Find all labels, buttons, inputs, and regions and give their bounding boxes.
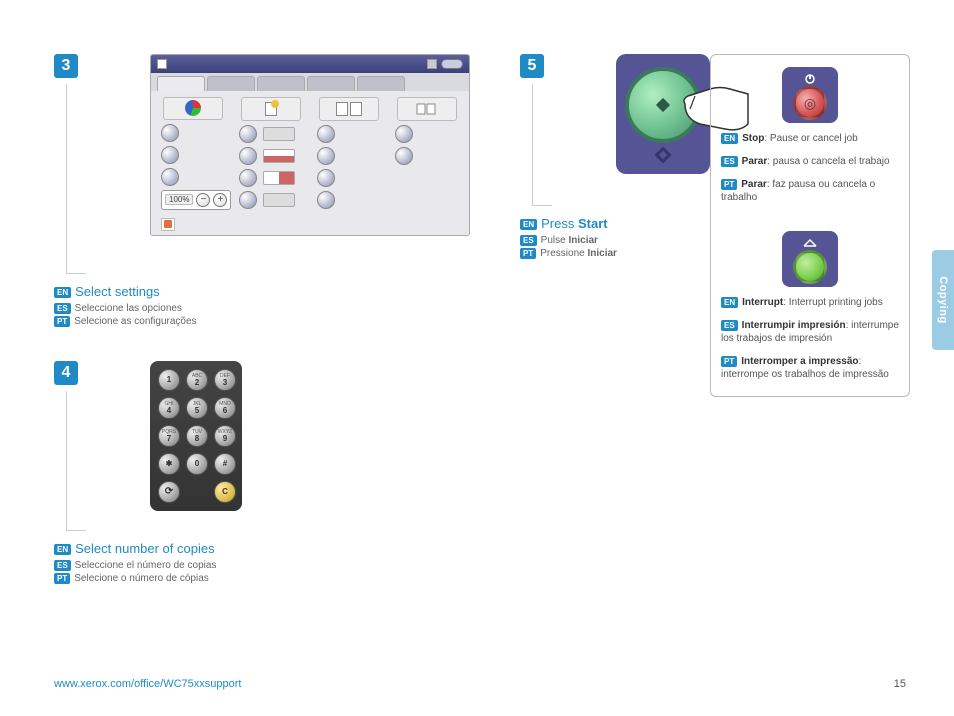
key-5[interactable]: JKL5 xyxy=(186,397,208,419)
status-pill xyxy=(441,59,463,69)
radio-button[interactable] xyxy=(317,147,335,165)
key-3[interactable]: DEF3 xyxy=(214,369,236,391)
zoom-control[interactable]: 100% − + xyxy=(161,190,231,210)
radio-button[interactable] xyxy=(239,147,257,165)
step-title-es: ESSeleccione las opciones xyxy=(54,303,484,314)
radio-button[interactable] xyxy=(317,169,335,187)
interrupt-desc-pt: PTInterromper a impressão: interrompe os… xyxy=(721,355,899,381)
option-header xyxy=(241,97,301,121)
screen-tabs xyxy=(151,73,469,91)
stop-button-panel: ◎ xyxy=(782,67,838,123)
start-button-panel xyxy=(616,54,710,174)
radio-button[interactable] xyxy=(395,147,413,165)
option-header xyxy=(163,97,223,120)
zoom-in-button[interactable]: + xyxy=(213,193,227,207)
radio-button[interactable] xyxy=(239,191,257,209)
page-number: 15 xyxy=(894,678,906,690)
info-box: ◎ ENStop: Pause or cancel job ESParar: p… xyxy=(710,54,910,397)
stop-desc-en: ENStop: Pause or cancel job xyxy=(721,132,899,145)
tab[interactable] xyxy=(157,76,205,91)
step-number: 5 xyxy=(520,54,544,78)
radio-button[interactable] xyxy=(161,146,179,164)
key-redial[interactable]: ⟳ xyxy=(158,481,180,503)
step-5: 5 ENPress Start ESPulse Iniciar PTPressi… xyxy=(520,54,710,259)
option-icon xyxy=(263,149,295,163)
radio-button[interactable] xyxy=(239,125,257,143)
key-7[interactable]: PQRS7 xyxy=(158,425,180,447)
option-header xyxy=(319,97,379,121)
key-8[interactable]: TUV8 xyxy=(186,425,208,447)
key-1[interactable]: 1 xyxy=(158,369,180,391)
stop-desc-pt: PTParar: faz pausa ou cancela o trabalho xyxy=(721,178,899,204)
zoom-out-button[interactable]: − xyxy=(196,193,210,207)
side-tab: Copying xyxy=(932,250,954,350)
key-hash[interactable]: # xyxy=(214,453,236,475)
stop-button[interactable]: ◎ xyxy=(793,86,827,120)
interrupt-button[interactable] xyxy=(793,250,827,284)
key-9[interactable]: WXYZ9 xyxy=(214,425,236,447)
step-number: 4 xyxy=(54,361,78,385)
interrupt-icon-top xyxy=(802,238,818,248)
step-title-es: ESPulse Iniciar xyxy=(520,235,710,246)
key-4[interactable]: GHI4 xyxy=(158,397,180,419)
tab[interactable] xyxy=(207,76,255,91)
preview-icon xyxy=(161,218,175,231)
color-icon xyxy=(185,100,201,116)
step-4: 4 1 ABC2 DEF3 GHI4 JKL5 MNO6 PQRS7 TUV8 … xyxy=(54,361,484,584)
step-title-pt: PTSelecione o número de cópias xyxy=(54,573,484,584)
user-icon xyxy=(427,59,437,69)
step-number: 3 xyxy=(54,54,78,78)
interrupt-desc-en: ENInterrupt: Interrupt printing jobs xyxy=(721,296,899,309)
key-clear[interactable]: C xyxy=(214,481,236,503)
step-title-pt: PTPressione Iniciar xyxy=(520,248,710,259)
option-header xyxy=(397,97,457,121)
option-icon xyxy=(263,171,295,185)
option-icon xyxy=(263,127,295,141)
tab[interactable] xyxy=(257,76,305,91)
radio-button[interactable] xyxy=(239,169,257,187)
app-icon xyxy=(157,59,167,69)
option-icon xyxy=(263,193,295,207)
screen-titlebar xyxy=(151,55,469,73)
step-title-en: ENSelect number of copies xyxy=(54,541,484,556)
key-6[interactable]: MNO6 xyxy=(214,397,236,419)
radio-button[interactable] xyxy=(161,124,179,142)
step-title-en: ENPress Start xyxy=(520,216,710,231)
key-star[interactable]: ✱ xyxy=(158,453,180,475)
stop-icon-top xyxy=(803,74,817,84)
radio-button[interactable] xyxy=(395,125,413,143)
interrupt-desc-es: ESInterrumpir impresión: interrumpe los … xyxy=(721,319,899,345)
touchscreen-panel: 100% − + xyxy=(150,54,470,236)
stop-desc-es: ESParar: pausa o cancela el trabajo xyxy=(721,155,899,168)
interrupt-button-panel xyxy=(782,231,838,287)
key-0[interactable]: 0 xyxy=(186,453,208,475)
step-3: 3 xyxy=(54,54,484,327)
step-title-en: ENSelect settings xyxy=(54,284,484,299)
step-title-pt: PTSelecione as configurações xyxy=(54,316,484,327)
key-2[interactable]: ABC2 xyxy=(186,369,208,391)
tab[interactable] xyxy=(307,76,355,91)
step-title-es: ESSeleccione el número de copias xyxy=(54,560,484,571)
radio-button[interactable] xyxy=(317,191,335,209)
numeric-keypad: 1 ABC2 DEF3 GHI4 JKL5 MNO6 PQRS7 TUV8 WX… xyxy=(150,361,242,511)
stop-icon: ◎ xyxy=(804,95,816,112)
tab[interactable] xyxy=(357,76,405,91)
footer-url[interactable]: www.xerox.com/office/WC75xxsupport xyxy=(54,678,241,690)
start-icon xyxy=(656,98,670,112)
radio-button[interactable] xyxy=(317,125,335,143)
radio-button[interactable] xyxy=(161,168,179,186)
zoom-value: 100% xyxy=(165,194,193,205)
staple-icon xyxy=(415,102,439,116)
start-indicator-icon xyxy=(655,147,672,164)
